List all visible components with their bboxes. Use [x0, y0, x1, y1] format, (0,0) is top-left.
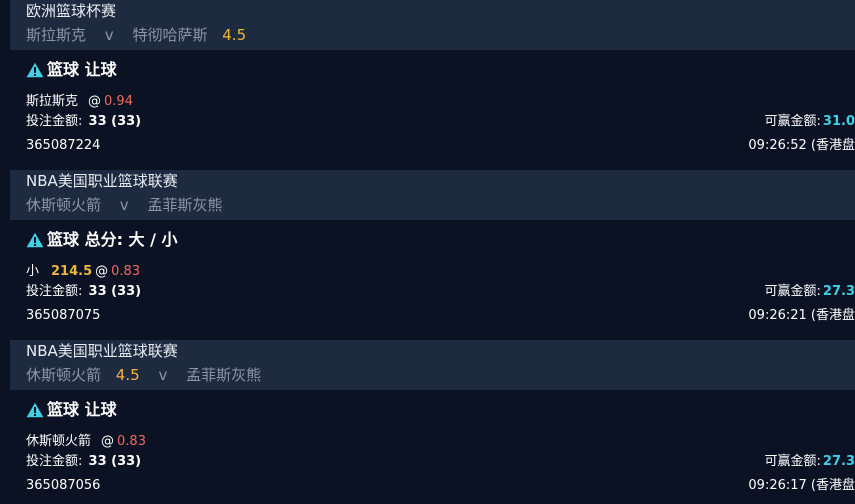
potential-win: 可赢金额: 27.3 [765, 454, 855, 470]
market-label: 篮球 总分: 大 / 小 [47, 230, 178, 249]
versus-label: v [158, 365, 168, 384]
stake-row: 投注金额: 33 (33) 可赢金额: 27.3 [26, 284, 855, 300]
odds-value: 0.83 [111, 264, 141, 279]
bet-header: NBA美国职业篮球联赛 休斯顿火箭 v 孟菲斯灰熊 [10, 170, 855, 220]
win-value: 27.3 [822, 454, 855, 469]
selection: 小 214.5 @0.83 [26, 260, 140, 279]
matchup: 斯拉斯克 v 特彻哈萨斯 4.5 [26, 24, 855, 45]
market-title: 篮球 让球 [26, 400, 117, 420]
bet-reference: 365087056 [26, 478, 101, 493]
bet-time: 09:26:52 (香港盘 [748, 138, 855, 153]
win-label: 可赢金额: [764, 284, 821, 299]
ref-row: 365087056 09:26:17 (香港盘 [26, 478, 855, 494]
stake-label: 投注金额: [26, 454, 83, 469]
league-name: NBA美国职业篮球联赛 [26, 342, 178, 360]
odds-value: 0.94 [104, 94, 133, 109]
ref-row: 365087224 09:26:52 (香港盘 [26, 138, 855, 154]
at-symbol: @ [88, 94, 102, 109]
league-name: NBA美国职业篮球联赛 [26, 172, 178, 190]
win-value: 27.3 [822, 284, 855, 299]
market-label: 篮球 让球 [47, 400, 117, 419]
matchup: 休斯顿火箭 4.5 v 孟菲斯灰熊 [26, 364, 855, 385]
stake-row: 投注金额: 33 (33) 可赢金额: 27.3 [26, 454, 855, 470]
win-label: 可赢金额: [764, 114, 821, 129]
bet-time: 09:26:21 (香港盘 [748, 308, 855, 323]
away-team: 孟菲斯灰熊 [147, 195, 223, 214]
bet-card[interactable]: 欧洲篮球杯赛 斯拉斯克 v 特彻哈萨斯 4.5 篮球 让球 斯拉斯克 @0.94 [10, 0, 855, 170]
stake-value: 33 (33) [88, 284, 142, 299]
league-name: 欧洲篮球杯赛 [26, 2, 117, 20]
warning-triangle-icon [26, 232, 44, 248]
selection: 休斯顿火箭 @0.83 [26, 430, 146, 449]
bet-reference: 365087224 [26, 138, 101, 153]
bet-card[interactable]: NBA美国职业篮球联赛 休斯顿火箭 v 孟菲斯灰熊 篮球 总分: 大 / 小 小… [10, 170, 855, 340]
ref-row: 365087075 09:26:21 (香港盘 [26, 308, 855, 324]
market-title: 篮球 让球 [26, 60, 117, 80]
stake-value: 33 (33) [88, 454, 142, 469]
versus-label: v [119, 195, 129, 214]
potential-win: 可赢金额: 31.0 [765, 114, 855, 130]
bet-body: 篮球 让球 斯拉斯克 @0.94 投注金额: 33 (33) 可赢金额: 31.0 … [10, 50, 855, 170]
market-title: 篮球 总分: 大 / 小 [26, 230, 178, 250]
bet-header: 欧洲篮球杯赛 斯拉斯克 v 特彻哈萨斯 4.5 [10, 0, 855, 50]
home-handicap: 4.5 [115, 365, 140, 384]
home-team: 休斯顿火箭 [26, 195, 102, 214]
stake-row: 投注金额: 33 (33) 可赢金额: 31.0 [26, 114, 855, 130]
versus-label: v [104, 25, 114, 44]
selection: 斯拉斯克 @0.94 [26, 90, 133, 109]
stake-value: 33 (33) [88, 114, 142, 129]
win-label: 可赢金额: [764, 454, 821, 469]
warning-triangle-icon [26, 402, 44, 418]
at-symbol: @ [101, 434, 115, 449]
away-handicap: 4.5 [222, 25, 247, 44]
selection-name: 休斯顿火箭 [26, 434, 92, 449]
warning-triangle-icon [26, 62, 44, 78]
home-team: 休斯顿火箭 [26, 365, 102, 384]
bet-body: 篮球 总分: 大 / 小 小 214.5 @0.83 投注金额: 33 (33) 可… [10, 220, 855, 340]
bet-history-page: 欧洲篮球杯赛 斯拉斯克 v 特彻哈萨斯 4.5 篮球 让球 斯拉斯克 @0.94 [0, 0, 855, 504]
away-team: 特彻哈萨斯 [132, 25, 208, 44]
selection-line: 214.5 [51, 264, 93, 279]
bet-reference: 365087075 [26, 308, 101, 323]
odds-value: 0.83 [117, 434, 146, 449]
selection-name: 斯拉斯克 [26, 94, 79, 109]
stake-label: 投注金额: [26, 284, 83, 299]
stake-label: 投注金额: [26, 114, 83, 129]
win-value: 31.0 [822, 114, 855, 129]
bet-body: 篮球 让球 休斯顿火箭 @0.83 投注金额: 33 (33) 可赢金额: 27.3… [10, 390, 855, 504]
bet-time: 09:26:17 (香港盘 [748, 478, 855, 493]
market-label: 篮球 让球 [47, 60, 117, 79]
away-team: 孟菲斯灰熊 [186, 365, 262, 384]
potential-win: 可赢金额: 27.3 [765, 284, 855, 300]
matchup: 休斯顿火箭 v 孟菲斯灰熊 [26, 194, 855, 215]
selection-name: 小 [26, 264, 40, 279]
at-symbol: @ [95, 264, 109, 279]
home-team: 斯拉斯克 [26, 25, 87, 44]
bet-card[interactable]: NBA美国职业篮球联赛 休斯顿火箭 4.5 v 孟菲斯灰熊 篮球 让球 休斯顿火… [10, 340, 855, 504]
bet-header: NBA美国职业篮球联赛 休斯顿火箭 4.5 v 孟菲斯灰熊 [10, 340, 855, 390]
